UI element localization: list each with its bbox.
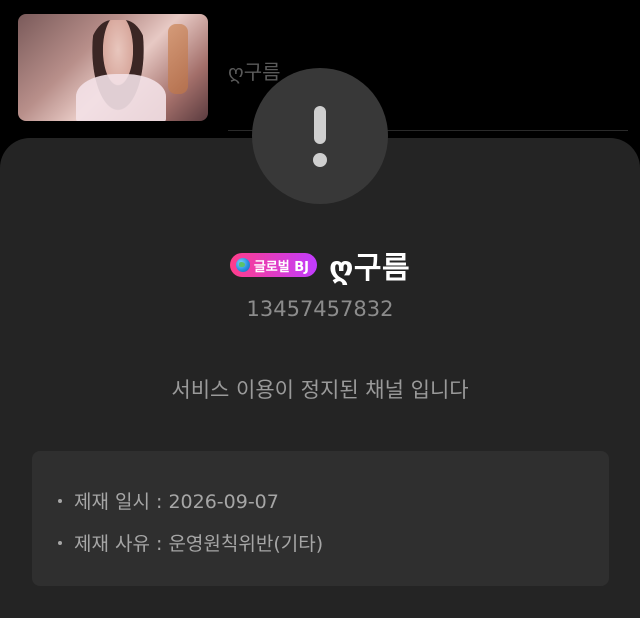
sanction-reason-row: 제재 사유 : 운영원칙위반(기타) xyxy=(58,529,323,556)
channel-name: ღ구름 xyxy=(329,251,411,286)
sanction-reason: 제재 사유 : 운영원칙위반(기타) xyxy=(74,533,324,555)
exclamation-bar xyxy=(314,106,326,144)
badge-label: 글로벌 BJ xyxy=(253,259,309,275)
channel-id: 13457457832 xyxy=(246,297,394,321)
channel-header: 글로벌 BJ ღ구름 xyxy=(0,243,640,287)
bullet-icon xyxy=(58,540,62,545)
suspension-notice: 서비스 이용이 정지된 채널 입니다 xyxy=(171,378,469,402)
sanction-details-box: 제재 일시 : 2026-09-07 제재 사유 : 운영원칙위반(기타) xyxy=(32,451,609,586)
exclamation-dot xyxy=(313,153,327,167)
global-bj-badge: 글로벌 BJ xyxy=(229,253,317,277)
sanction-date: 제재 일시 : 2026-09-07 xyxy=(74,491,279,513)
broadcast-thumbnail[interactable] xyxy=(18,14,208,121)
sanction-date-row: 제재 일시 : 2026-09-07 xyxy=(58,487,279,514)
exclamation-icon xyxy=(252,68,388,204)
thumbnail-figure-body xyxy=(76,74,166,121)
thumbnail-background-decor xyxy=(168,24,188,94)
globe-icon xyxy=(235,258,250,272)
bullet-icon xyxy=(58,498,62,503)
background-item-name[interactable]: ღ구름 xyxy=(228,56,281,85)
